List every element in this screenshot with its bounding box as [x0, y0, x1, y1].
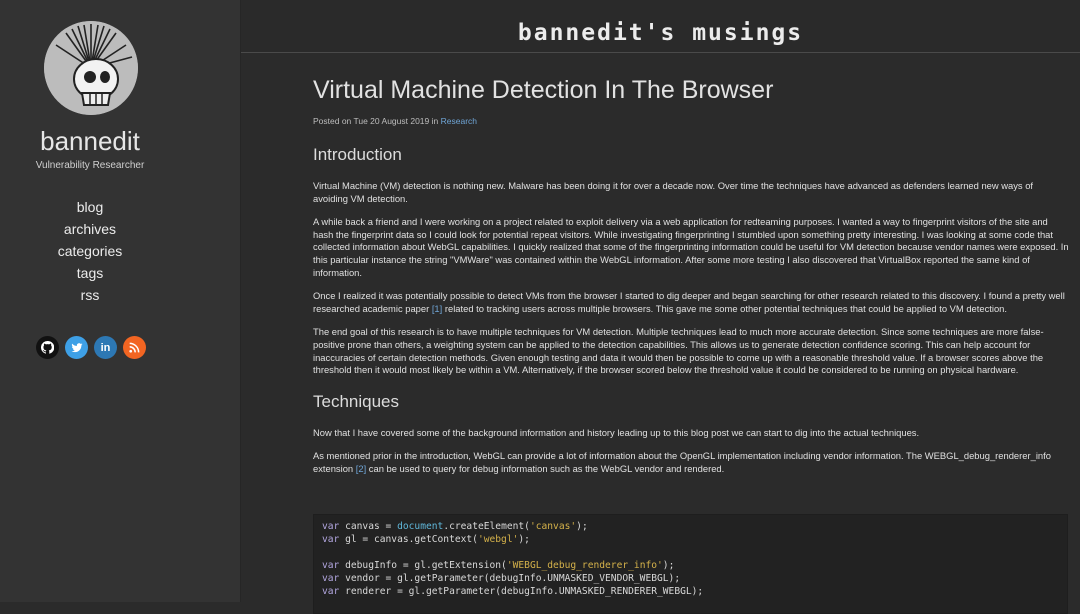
- paragraph-text: related to tracking users across multipl…: [444, 302, 1007, 314]
- code-line: var vendor = gl.getParameter(debugInfo.U…: [322, 573, 681, 584]
- paragraph: Now that I have covered some of the back…: [313, 426, 920, 438]
- post-date: Posted on Tue 20 August 2019 in: [313, 116, 439, 126]
- site-name[interactable]: bannedit: [0, 126, 180, 157]
- code-line: var debugInfo = gl.getExtension('WEBGL_d…: [322, 560, 675, 571]
- nav-tags[interactable]: tags: [0, 262, 180, 284]
- rss-icon[interactable]: [123, 336, 146, 359]
- section-heading-introduction: Introduction: [313, 145, 402, 164]
- sidebar-nav: blog archives categories tags rss: [0, 196, 180, 306]
- reference-link-1[interactable]: [1]: [432, 303, 442, 314]
- paragraph: Virtual Machine (VM) detection is nothin…: [313, 180, 1034, 204]
- social-links: in: [36, 336, 146, 359]
- paragraph-text: can be used to query for debug informati…: [368, 462, 725, 474]
- code-block[interactable]: var canvas = document.createElement('can…: [313, 514, 1068, 614]
- nav-rss[interactable]: rss: [0, 284, 180, 306]
- twitter-icon[interactable]: [65, 336, 88, 359]
- nav-blog[interactable]: blog: [0, 196, 180, 218]
- code-line: var gl = canvas.getContext('webgl');: [322, 534, 530, 545]
- post-title[interactable]: Virtual Machine Detection In The Browser: [313, 74, 1069, 106]
- site-header-title[interactable]: bannedit's musings: [241, 20, 1080, 46]
- section-heading-techniques: Techniques: [313, 391, 400, 411]
- post-category-link[interactable]: Research: [441, 116, 477, 126]
- nav-categories[interactable]: categories: [0, 240, 180, 262]
- paragraph: A while back a friend and I were working…: [313, 216, 1069, 278]
- code-line: var renderer = gl.getParameter(debugInfo…: [322, 586, 704, 597]
- paragraph: Once I realized it was potentially possi…: [313, 290, 1069, 315]
- linkedin-icon[interactable]: in: [94, 336, 117, 359]
- article: Virtual Machine Detection In The Browser…: [313, 70, 1069, 476]
- code-line: var canvas = document.createElement('can…: [322, 521, 588, 532]
- paragraph: The end goal of this research is to have…: [313, 326, 1044, 376]
- skull-mohawk-icon: [44, 21, 138, 115]
- sidebar: bannedit Vulnerability Researcher blog a…: [0, 0, 241, 602]
- post-meta: Posted on Tue 20 August 2019 in Research: [313, 116, 1069, 126]
- github-icon[interactable]: [36, 336, 59, 359]
- avatar[interactable]: [44, 21, 138, 115]
- reference-link-2[interactable]: [2]: [356, 463, 366, 474]
- paragraph: As mentioned prior in the introduction, …: [313, 450, 1069, 475]
- nav-archives[interactable]: archives: [0, 218, 180, 240]
- site-role: Vulnerability Researcher: [35, 160, 145, 171]
